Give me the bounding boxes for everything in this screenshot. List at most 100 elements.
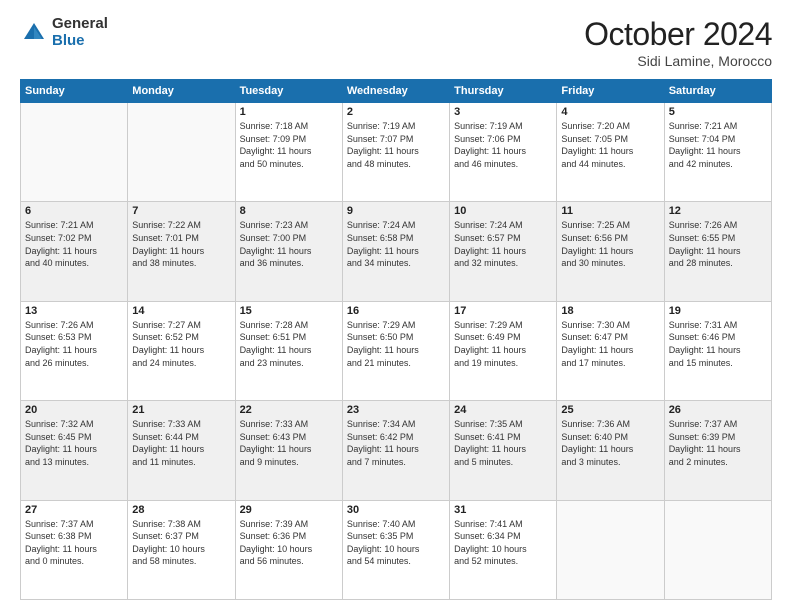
- logo-icon: [20, 19, 48, 47]
- day-info: Sunrise: 7:36 AM Sunset: 6:40 PM Dayligh…: [561, 418, 659, 468]
- table-row: 19 Sunrise: 7:31 AM Sunset: 6:46 PM Dayli…: [664, 301, 771, 400]
- table-row: 10Sunrise: 7:24 AM Sunset: 6:57 PM Dayli…: [450, 202, 557, 301]
- day-number: 31: [454, 504, 552, 516]
- day-number: 27: [25, 504, 123, 516]
- table-row: 14 Sunrise: 7:27 AM Sunset: 6:52 PM Dayli…: [128, 301, 235, 400]
- table-row: 30 Sunrise: 7:40 AM Sunset: 6:35 PM Dayli…: [342, 500, 449, 599]
- day-info: Sunrise: 7:29 AM Sunset: 6:50 PM Dayligh…: [347, 319, 445, 369]
- day-info: Sunrise: 7:41 AM Sunset: 6:34 PM Dayligh…: [454, 518, 552, 568]
- day-info: Sunrise: 7:37 AM Sunset: 6:39 PM Dayligh…: [669, 418, 767, 468]
- calendar-row: 6Sunrise: 7:21 AM Sunset: 7:02 PM Daylig…: [21, 202, 772, 301]
- day-number: 20: [25, 404, 123, 416]
- logo-general: General: [52, 16, 108, 33]
- day-info: Sunrise: 7:30 AM Sunset: 6:47 PM Dayligh…: [561, 319, 659, 369]
- table-row: 28 Sunrise: 7:38 AM Sunset: 6:37 PM Dayli…: [128, 500, 235, 599]
- day-number: 2: [347, 106, 445, 118]
- logo-blue: Blue: [52, 33, 108, 50]
- day-number: 30: [347, 504, 445, 516]
- day-info: Sunrise: 7:26 AM Sunset: 6:53 PM Dayligh…: [25, 319, 123, 369]
- day-info: Sunrise: 7:27 AM Sunset: 6:52 PM Dayligh…: [132, 319, 230, 369]
- header: General Blue October 2024 Sidi Lamine, M…: [20, 16, 772, 69]
- table-row: 24Sunrise: 7:35 AM Sunset: 6:41 PM Dayli…: [450, 401, 557, 500]
- table-row: 31 Sunrise: 7:41 AM Sunset: 6:34 PM Dayli…: [450, 500, 557, 599]
- title-month: October 2024: [584, 16, 772, 53]
- col-wednesday: Wednesday: [342, 80, 449, 103]
- table-row: 13 Sunrise: 7:26 AM Sunset: 6:53 PM Dayli…: [21, 301, 128, 400]
- day-info: Sunrise: 7:32 AM Sunset: 6:45 PM Dayligh…: [25, 418, 123, 468]
- day-number: 14: [132, 305, 230, 317]
- calendar: Sunday Monday Tuesday Wednesday Thursday…: [20, 79, 772, 600]
- col-sunday: Sunday: [21, 80, 128, 103]
- table-row: 23 Sunrise: 7:34 AM Sunset: 6:42 PM Dayli…: [342, 401, 449, 500]
- table-row: 1 Sunrise: 7:18 AM Sunset: 7:09 PM Daylig…: [235, 103, 342, 202]
- table-row: 12Sunrise: 7:26 AM Sunset: 6:55 PM Dayli…: [664, 202, 771, 301]
- table-row: 6Sunrise: 7:21 AM Sunset: 7:02 PM Daylig…: [21, 202, 128, 301]
- day-info: Sunrise: 7:18 AM Sunset: 7:09 PM Dayligh…: [240, 120, 338, 170]
- table-row: 8 Sunrise: 7:23 AM Sunset: 7:00 PM Daylig…: [235, 202, 342, 301]
- day-number: 13: [25, 305, 123, 317]
- header-row: Sunday Monday Tuesday Wednesday Thursday…: [21, 80, 772, 103]
- table-row: 11 Sunrise: 7:25 AM Sunset: 6:56 PM Dayli…: [557, 202, 664, 301]
- day-number: 5: [669, 106, 767, 118]
- day-number: 8: [240, 205, 338, 217]
- table-row: 7Sunrise: 7:22 AM Sunset: 7:01 PM Daylig…: [128, 202, 235, 301]
- title-location: Sidi Lamine, Morocco: [584, 53, 772, 69]
- day-number: 11: [561, 205, 659, 217]
- day-number: 3: [454, 106, 552, 118]
- table-row: [664, 500, 771, 599]
- day-info: Sunrise: 7:19 AM Sunset: 7:07 PM Dayligh…: [347, 120, 445, 170]
- table-row: 2 Sunrise: 7:19 AM Sunset: 7:07 PM Daylig…: [342, 103, 449, 202]
- day-info: Sunrise: 7:39 AM Sunset: 6:36 PM Dayligh…: [240, 518, 338, 568]
- day-info: Sunrise: 7:40 AM Sunset: 6:35 PM Dayligh…: [347, 518, 445, 568]
- table-row: 20 Sunrise: 7:32 AM Sunset: 6:45 PM Dayli…: [21, 401, 128, 500]
- table-row: [21, 103, 128, 202]
- day-number: 19: [669, 305, 767, 317]
- table-row: 9 Sunrise: 7:24 AM Sunset: 6:58 PM Daylig…: [342, 202, 449, 301]
- day-number: 26: [669, 404, 767, 416]
- calendar-row: 1 Sunrise: 7:18 AM Sunset: 7:09 PM Daylig…: [21, 103, 772, 202]
- day-info: Sunrise: 7:34 AM Sunset: 6:42 PM Dayligh…: [347, 418, 445, 468]
- day-info: Sunrise: 7:33 AM Sunset: 6:44 PM Dayligh…: [132, 418, 230, 468]
- day-info: Sunrise: 7:20 AM Sunset: 7:05 PM Dayligh…: [561, 120, 659, 170]
- day-number: 25: [561, 404, 659, 416]
- table-row: 25 Sunrise: 7:36 AM Sunset: 6:40 PM Dayli…: [557, 401, 664, 500]
- day-info: Sunrise: 7:38 AM Sunset: 6:37 PM Dayligh…: [132, 518, 230, 568]
- day-info: Sunrise: 7:31 AM Sunset: 6:46 PM Dayligh…: [669, 319, 767, 369]
- title-block: October 2024 Sidi Lamine, Morocco: [584, 16, 772, 69]
- table-row: 26 Sunrise: 7:37 AM Sunset: 6:39 PM Dayli…: [664, 401, 771, 500]
- logo-text: General Blue: [52, 16, 108, 49]
- day-info: Sunrise: 7:33 AM Sunset: 6:43 PM Dayligh…: [240, 418, 338, 468]
- day-number: 9: [347, 205, 445, 217]
- day-info: Sunrise: 7:25 AM Sunset: 6:56 PM Dayligh…: [561, 219, 659, 269]
- col-saturday: Saturday: [664, 80, 771, 103]
- day-number: 16: [347, 305, 445, 317]
- day-number: 21: [132, 404, 230, 416]
- table-row: [557, 500, 664, 599]
- table-row: 4 Sunrise: 7:20 AM Sunset: 7:05 PM Daylig…: [557, 103, 664, 202]
- table-row: [128, 103, 235, 202]
- day-info: Sunrise: 7:22 AM Sunset: 7:01 PM Dayligh…: [132, 219, 230, 269]
- day-info: Sunrise: 7:24 AM Sunset: 6:58 PM Dayligh…: [347, 219, 445, 269]
- day-number: 29: [240, 504, 338, 516]
- table-row: 21 Sunrise: 7:33 AM Sunset: 6:44 PM Dayli…: [128, 401, 235, 500]
- col-friday: Friday: [557, 80, 664, 103]
- day-info: Sunrise: 7:21 AM Sunset: 7:02 PM Dayligh…: [25, 219, 123, 269]
- day-info: Sunrise: 7:29 AM Sunset: 6:49 PM Dayligh…: [454, 319, 552, 369]
- day-info: Sunrise: 7:23 AM Sunset: 7:00 PM Dayligh…: [240, 219, 338, 269]
- table-row: 29 Sunrise: 7:39 AM Sunset: 6:36 PM Dayli…: [235, 500, 342, 599]
- day-number: 4: [561, 106, 659, 118]
- day-number: 28: [132, 504, 230, 516]
- table-row: 27 Sunrise: 7:37 AM Sunset: 6:38 PM Dayli…: [21, 500, 128, 599]
- day-number: 17: [454, 305, 552, 317]
- table-row: 22Sunrise: 7:33 AM Sunset: 6:43 PM Dayli…: [235, 401, 342, 500]
- table-row: 15 Sunrise: 7:28 AM Sunset: 6:51 PM Dayli…: [235, 301, 342, 400]
- day-number: 1: [240, 106, 338, 118]
- day-number: 23: [347, 404, 445, 416]
- page: General Blue October 2024 Sidi Lamine, M…: [0, 0, 792, 612]
- col-monday: Monday: [128, 80, 235, 103]
- day-info: Sunrise: 7:28 AM Sunset: 6:51 PM Dayligh…: [240, 319, 338, 369]
- day-info: Sunrise: 7:37 AM Sunset: 6:38 PM Dayligh…: [25, 518, 123, 568]
- day-info: Sunrise: 7:26 AM Sunset: 6:55 PM Dayligh…: [669, 219, 767, 269]
- day-info: Sunrise: 7:24 AM Sunset: 6:57 PM Dayligh…: [454, 219, 552, 269]
- day-number: 15: [240, 305, 338, 317]
